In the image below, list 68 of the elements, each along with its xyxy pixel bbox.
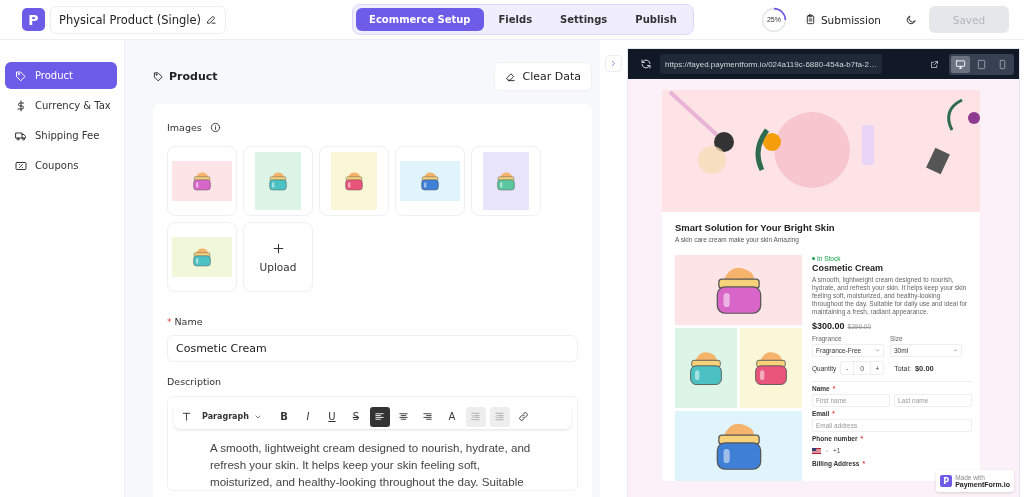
price: $300.00 — [812, 321, 845, 331]
moon-icon[interactable] — [905, 13, 917, 26]
status-dot — [812, 257, 815, 260]
image-thumbnail[interactable] — [471, 146, 541, 216]
sidebar-item[interactable]: Coupons — [5, 152, 117, 179]
upload-button[interactable]: Upload — [243, 222, 313, 292]
tab[interactable]: Settings — [547, 8, 621, 31]
tag-icon — [153, 71, 164, 82]
toolbar-button[interactable]: I — [297, 406, 318, 427]
info-icon — [209, 122, 221, 133]
truck-icon — [15, 129, 27, 142]
toolbar-button[interactable]: B — [273, 406, 294, 427]
submission-button[interactable]: Submission — [802, 11, 883, 28]
paragraph-dropdown[interactable]: Paragraph — [200, 406, 264, 427]
desktop-icon — [955, 58, 966, 70]
toolbar-button[interactable]: S — [345, 406, 366, 427]
chevron-icon — [953, 348, 958, 353]
tab[interactable]: Publish — [622, 8, 690, 31]
sidebar-item[interactable]: Product — [5, 62, 117, 89]
align-right-icon — [422, 411, 434, 422]
app-logo[interactable]: P — [22, 8, 45, 31]
external-link-icon[interactable] — [930, 59, 939, 69]
dollar-icon — [15, 99, 27, 112]
sidebar-item[interactable]: Currency & Tax — [5, 92, 117, 119]
description-text: A smooth, lightweight cream designed to nourish, hydrate, and refresh your skin. It helps keep your skin feeling soft, moisturized, and healthy-looking throughout the day. Suitable — [210, 440, 532, 490]
align-center-icon — [398, 411, 410, 422]
align-left-icon — [374, 411, 386, 422]
device-toggle[interactable] — [951, 55, 970, 73]
title-field[interactable]: Physical Product (Single) — [50, 5, 227, 34]
toolbar-button[interactable]: A — [441, 406, 462, 427]
clipboard-icon — [804, 14, 816, 25]
sidebar-item[interactable]: Shipping Fee — [5, 122, 117, 149]
refresh-icon[interactable] — [640, 58, 652, 70]
badge-logo: P — [940, 475, 953, 487]
name-field[interactable]: Cosmetic Cream — [167, 335, 578, 362]
product-name: Cosmetic Cream — [812, 263, 885, 273]
ticket-icon — [15, 159, 27, 172]
tablet-icon — [976, 58, 987, 70]
eraser-icon — [505, 71, 517, 82]
url-field[interactable]: https://fayed.paymentform.io/024a119c-6880-454a-b7fa-2… — [660, 54, 882, 74]
chevron-icon — [609, 59, 618, 68]
outdent-icon — [494, 411, 506, 422]
image-thumbnail[interactable] — [319, 146, 389, 216]
page-title: Smart Solution for Your Bright Skin — [675, 222, 836, 233]
required-mark: * — [167, 316, 172, 327]
image-thumbnail[interactable] — [243, 146, 313, 216]
tag-icon — [15, 69, 27, 82]
toolbar-button[interactable]: U — [321, 406, 342, 427]
tab[interactable]: Fields — [485, 8, 546, 31]
field-label: Name — [174, 316, 203, 327]
chevron-icon — [875, 348, 880, 353]
text-icon — [181, 411, 193, 422]
plus-icon — [271, 241, 285, 255]
image-thumbnail[interactable] — [167, 146, 237, 216]
link-icon — [518, 411, 530, 422]
field-label: Description — [167, 376, 223, 387]
tab[interactable]: Ecommerce Setup — [356, 8, 484, 31]
toolbar-button[interactable] — [369, 406, 390, 427]
field-label: Images — [167, 122, 202, 133]
clear-data-button[interactable]: Clear Data — [494, 62, 592, 91]
flag-icon — [812, 447, 821, 454]
phone-icon — [997, 58, 1008, 70]
image-thumbnail[interactable] — [167, 222, 237, 292]
image-thumbnail[interactable] — [395, 146, 465, 216]
section-heading: Product — [169, 70, 218, 83]
progress-ring — [760, 6, 787, 33]
pencil-icon — [206, 14, 218, 25]
indent-icon — [470, 411, 482, 422]
